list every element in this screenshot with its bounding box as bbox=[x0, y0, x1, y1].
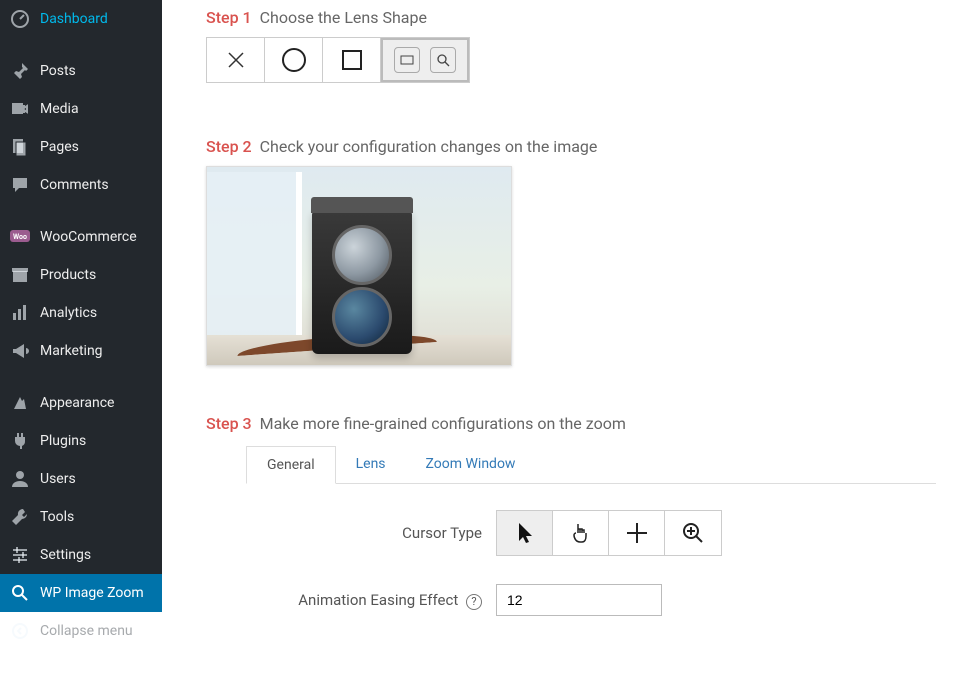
plugins-icon bbox=[10, 431, 30, 451]
sidebar-item-media[interactable]: Media bbox=[0, 90, 162, 128]
sidebar-spacer bbox=[0, 204, 162, 218]
config-tabs: General Lens Zoom Window bbox=[246, 445, 936, 484]
rectangle-icon bbox=[394, 47, 420, 73]
sidebar-item-users[interactable]: Users bbox=[0, 460, 162, 498]
arrow-cursor-icon bbox=[515, 521, 535, 545]
lens-shape-circle[interactable] bbox=[265, 38, 323, 82]
sidebar-item-comments[interactable]: Comments bbox=[0, 166, 162, 204]
sidebar-item-dashboard[interactable]: Dashboard bbox=[0, 0, 162, 38]
sidebar-item-label: WooCommerce bbox=[40, 229, 137, 245]
sidebar-item-label: Plugins bbox=[40, 433, 86, 449]
sidebar-item-label: Tools bbox=[40, 509, 74, 525]
dashboard-icon bbox=[10, 9, 30, 29]
cursor-type-pointer[interactable] bbox=[553, 511, 609, 555]
step3-heading: Step 3 Make more fine-grained configurat… bbox=[206, 414, 936, 433]
sidebar-item-label: Products bbox=[40, 267, 96, 283]
sidebar-spacer bbox=[0, 370, 162, 384]
tab-pane-general: Cursor Type Animation Easing Effect bbox=[206, 484, 936, 670]
sidebar-item-label: Dashboard bbox=[40, 11, 108, 27]
sidebar-item-label: Settings bbox=[40, 547, 91, 563]
cursor-type-label: Cursor Type bbox=[206, 524, 496, 542]
sidebar-item-label: Comments bbox=[40, 177, 109, 193]
sidebar-item-tools[interactable]: Tools bbox=[0, 498, 162, 536]
woocommerce-icon: Woo bbox=[10, 227, 30, 247]
cursor-type-zoomin[interactable] bbox=[665, 511, 721, 555]
sidebar-item-settings[interactable]: Settings bbox=[0, 536, 162, 574]
tab-zoom-window[interactable]: Zoom Window bbox=[406, 446, 536, 484]
sidebar-item-label: Analytics bbox=[40, 305, 97, 321]
cursor-type-default[interactable] bbox=[497, 511, 553, 555]
cursor-type-group bbox=[496, 510, 722, 556]
sidebar-item-label: Marketing bbox=[40, 343, 103, 359]
lens-shape-zoomwindow[interactable] bbox=[381, 38, 469, 82]
sidebar-item-woocommerce[interactable]: Woo WooCommerce bbox=[0, 218, 162, 256]
cursor-type-crosshair[interactable] bbox=[609, 511, 665, 555]
sidebar-item-analytics[interactable]: Analytics bbox=[0, 294, 162, 332]
pages-icon bbox=[10, 137, 30, 157]
sidebar-item-label: Media bbox=[40, 101, 79, 117]
sidebar-item-marketing[interactable]: Marketing bbox=[0, 332, 162, 370]
sidebar-item-plugins[interactable]: Plugins bbox=[0, 422, 162, 460]
settings-icon bbox=[10, 545, 30, 565]
users-icon bbox=[10, 469, 30, 489]
pin-icon bbox=[10, 61, 30, 81]
comments-icon bbox=[10, 175, 30, 195]
zoom-in-icon bbox=[681, 521, 705, 545]
sidebar-item-label: Posts bbox=[40, 63, 76, 79]
tab-general[interactable]: General bbox=[246, 446, 336, 484]
step2-heading: Step 2 Check your configuration changes … bbox=[206, 137, 936, 156]
products-icon bbox=[10, 265, 30, 285]
sidebar-item-posts[interactable]: Posts bbox=[0, 52, 162, 90]
appearance-icon bbox=[10, 393, 30, 413]
circle-icon bbox=[281, 47, 307, 73]
help-icon[interactable]: ? bbox=[466, 594, 482, 610]
x-icon bbox=[225, 49, 247, 71]
sidebar-item-label: Appearance bbox=[40, 395, 114, 411]
lens-shape-none[interactable] bbox=[207, 38, 265, 82]
magnifier-icon bbox=[430, 47, 456, 73]
lens-shape-square[interactable] bbox=[323, 38, 381, 82]
step1-heading: Step 1 Choose the Lens Shape bbox=[206, 8, 936, 27]
pointer-cursor-icon bbox=[569, 521, 593, 545]
sidebar-item-appearance[interactable]: Appearance bbox=[0, 384, 162, 422]
animation-easing-label: Animation Easing Effect ? bbox=[206, 591, 496, 610]
crosshair-icon bbox=[625, 521, 649, 545]
media-icon bbox=[10, 99, 30, 119]
animation-easing-input[interactable] bbox=[496, 584, 662, 616]
tab-lens[interactable]: Lens bbox=[336, 446, 406, 484]
sidebar-item-label: Pages bbox=[40, 139, 79, 155]
square-icon bbox=[341, 49, 363, 71]
marketing-icon bbox=[10, 341, 30, 361]
analytics-icon bbox=[10, 303, 30, 323]
sidebar-item-pages[interactable]: Pages bbox=[0, 128, 162, 166]
sidebar-item-products[interactable]: Products bbox=[0, 256, 162, 294]
preview-image[interactable] bbox=[206, 166, 512, 366]
tools-icon bbox=[10, 507, 30, 527]
svg-text:Woo: Woo bbox=[13, 233, 27, 241]
lens-shape-group bbox=[206, 37, 470, 83]
sidebar-item-label: Users bbox=[40, 471, 76, 487]
sidebar-spacer bbox=[0, 38, 162, 52]
